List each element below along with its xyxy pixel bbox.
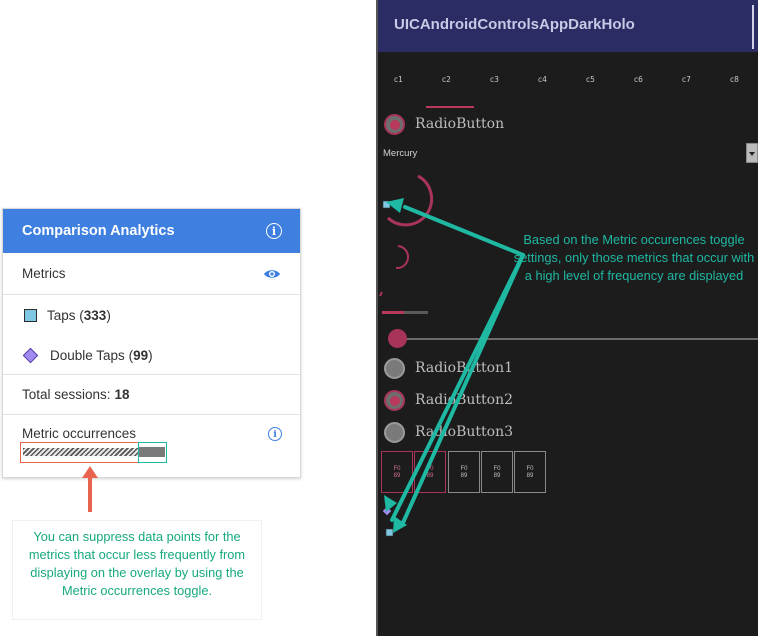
callout-text-bottom: You can suppress data points for the met… — [12, 520, 262, 620]
red-arrow-head — [82, 466, 98, 478]
callout-text-right: Based on the Metric occurences toggle se… — [513, 232, 755, 283]
teal-arrows — [390, 205, 525, 527]
screenshot-stage: Comparison Analytics i Metrics Taps (333… — [0, 0, 758, 636]
tap-marker — [385, 528, 394, 537]
